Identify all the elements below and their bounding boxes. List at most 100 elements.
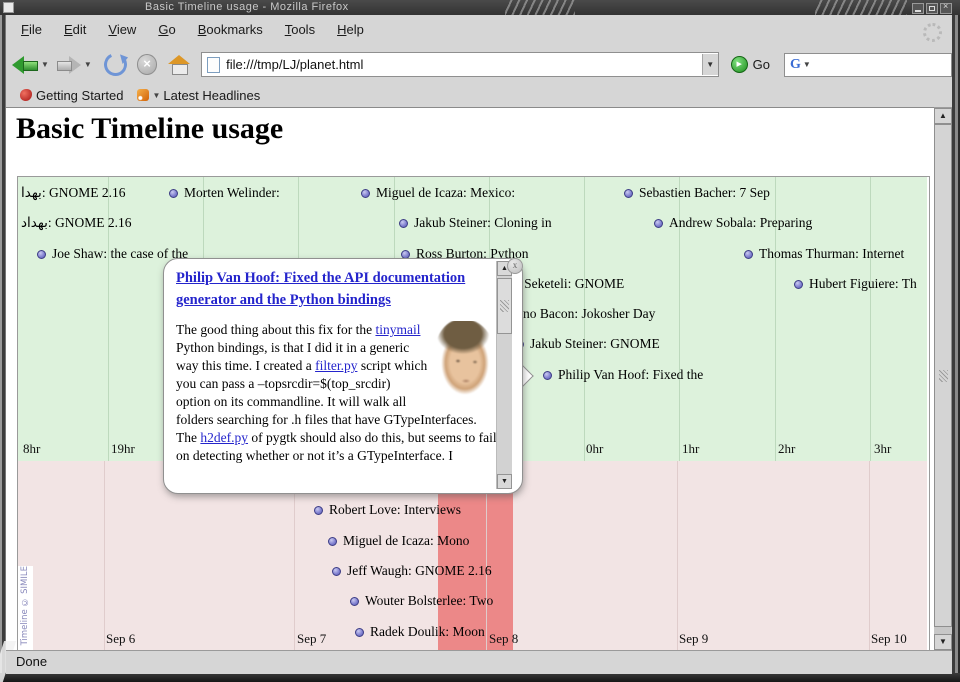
url-bar[interactable]: ▼ bbox=[201, 52, 719, 77]
bookmarks-toolbar: Getting Started ▼ Latest Headlines bbox=[6, 83, 952, 108]
menu-view[interactable]: View bbox=[103, 15, 141, 44]
scroll-down-icon[interactable]: ▼ bbox=[934, 634, 952, 650]
event-dot[interactable] bbox=[314, 506, 323, 515]
feed-dropdown-icon: ▼ bbox=[152, 91, 160, 100]
popup-scrollbar[interactable]: ▲ ▼ bbox=[496, 261, 512, 489]
browser-scrollbar[interactable]: ▲ ▼ bbox=[934, 108, 952, 650]
search-input[interactable] bbox=[815, 57, 960, 72]
back-dropdown-icon[interactable]: ▼ bbox=[41, 60, 49, 69]
event-dot[interactable] bbox=[744, 250, 753, 259]
event-dot[interactable] bbox=[624, 189, 633, 198]
timeline-event[interactable]: Morten Welinder: bbox=[184, 184, 280, 202]
torn-edge-decoration bbox=[505, 0, 575, 15]
timeline-event[interactable]: Jono Bacon: Jokosher Day bbox=[511, 305, 655, 323]
day-label: Sep 10 bbox=[871, 631, 907, 647]
timeline-event[interactable]: Wouter Bolsterlee: Two bbox=[365, 592, 493, 610]
timeline-event[interactable]: Jeff Waugh: GNOME 2.16 bbox=[347, 562, 492, 580]
event-dot[interactable] bbox=[350, 597, 359, 606]
url-input[interactable] bbox=[226, 57, 702, 72]
day-gridline bbox=[677, 461, 678, 650]
event-dot[interactable] bbox=[332, 567, 341, 576]
timeline-event[interactable]: Jakub Steiner: Cloning in bbox=[414, 214, 552, 232]
timeline-event[interactable]: Robert Love: Interviews bbox=[329, 501, 461, 519]
event-dot[interactable] bbox=[169, 189, 178, 198]
maximize-button[interactable] bbox=[926, 3, 938, 14]
timeline-event[interactable]: Andrew Sobala: Preparing bbox=[669, 214, 812, 232]
popup-scroll-thumb[interactable] bbox=[497, 278, 512, 334]
scroll-thumb[interactable] bbox=[934, 124, 952, 627]
author-photo bbox=[435, 321, 495, 401]
event-dot[interactable] bbox=[654, 219, 663, 228]
menu-edit[interactable]: Edit bbox=[59, 15, 91, 44]
timeline-event[interactable]: Radek Doulik: Moon bbox=[370, 623, 485, 641]
popup-link[interactable]: h2def.py bbox=[200, 430, 248, 445]
search-engine-dropdown-icon[interactable]: ▼ bbox=[803, 60, 811, 69]
day-gridline bbox=[869, 461, 870, 650]
timeline-event[interactable]: بهداد: GNOME 2.16 bbox=[21, 214, 131, 232]
forward-dropdown-icon[interactable]: ▼ bbox=[84, 60, 92, 69]
event-popup: x Philip Van Hoof: Fixed the API documen… bbox=[163, 258, 523, 494]
day-label: Sep 7 bbox=[297, 631, 326, 647]
popup-title-link[interactable]: Philip Van Hoof: Fixed the API documenta… bbox=[176, 267, 490, 311]
hour-label: 19hr bbox=[111, 441, 135, 457]
menu-bar: File Edit View Go Bookmarks Tools Help bbox=[6, 15, 952, 47]
event-dot[interactable] bbox=[328, 537, 337, 546]
back-icon bbox=[12, 55, 40, 75]
event-dot[interactable] bbox=[543, 371, 552, 380]
status-text: Done bbox=[16, 654, 47, 669]
back-button[interactable]: ▼ bbox=[12, 55, 49, 75]
popup-body: The good thing about this fix for the ti… bbox=[176, 321, 497, 487]
popup-scroll-down-icon[interactable]: ▼ bbox=[497, 474, 512, 489]
getting-started-icon bbox=[20, 89, 32, 101]
bookmark-latest-headlines[interactable]: ▼ Latest Headlines bbox=[137, 88, 260, 103]
timeline-event[interactable]: Miguel de Icaza: Mexico: bbox=[376, 184, 515, 202]
home-button[interactable] bbox=[167, 55, 191, 75]
day-label: Sep 8 bbox=[489, 631, 518, 647]
torn-edge-decoration bbox=[815, 0, 907, 15]
minimize-button[interactable] bbox=[912, 3, 924, 14]
event-dot[interactable] bbox=[399, 219, 408, 228]
close-window-button[interactable]: × bbox=[940, 3, 952, 14]
url-dropdown-button[interactable]: ▼ bbox=[702, 54, 718, 75]
timeline-event[interactable]: Philip Van Hoof: Fixed the bbox=[558, 366, 703, 384]
menu-bookmarks[interactable]: Bookmarks bbox=[193, 15, 268, 44]
forward-icon bbox=[55, 55, 83, 75]
hour-label: 2hr bbox=[778, 441, 795, 457]
bookmark-getting-started[interactable]: Getting Started bbox=[20, 88, 123, 103]
event-dot[interactable] bbox=[37, 250, 46, 259]
menu-go[interactable]: Go bbox=[153, 15, 180, 44]
popup-link[interactable]: filter.py bbox=[315, 358, 357, 373]
navigation-toolbar: ▼ ▼ × ▼ ▶ Go G ▼ bbox=[6, 46, 952, 84]
window-titlebar[interactable]: Basic Timeline usage - Mozilla Firefox × bbox=[0, 0, 960, 16]
timeline-event[interactable]: Miguel de Icaza: Mono bbox=[343, 532, 469, 550]
popup-close-icon[interactable]: x bbox=[507, 258, 523, 274]
rss-feed-icon bbox=[137, 89, 149, 101]
hour-gridline bbox=[870, 177, 871, 461]
window-title: Basic Timeline usage - Mozilla Firefox bbox=[145, 1, 349, 13]
timeline-event[interactable]: بهدا: GNOME 2.16 bbox=[21, 184, 125, 202]
menu-tools[interactable]: Tools bbox=[280, 15, 320, 44]
event-dot[interactable] bbox=[361, 189, 370, 198]
timeline-widget[interactable]: 8hr19hr0hr1hr2hr3hrSep 6Sep 7Sep 8Sep 9S… bbox=[17, 176, 930, 651]
forward-button[interactable]: ▼ bbox=[55, 55, 92, 75]
stop-button[interactable]: × bbox=[137, 54, 158, 75]
timeline-event[interactable]: Sebastien Bacher: 7 Sep bbox=[639, 184, 770, 202]
scroll-up-icon[interactable]: ▲ bbox=[934, 108, 952, 124]
firefox-window: Basic Timeline usage - Mozilla Firefox ×… bbox=[0, 0, 960, 682]
go-button[interactable]: ▶ Go bbox=[731, 56, 770, 73]
popup-link[interactable]: tinymail bbox=[375, 322, 420, 337]
menu-file[interactable]: File bbox=[16, 15, 47, 44]
page-title: Basic Timeline usage bbox=[16, 112, 283, 146]
day-label: Sep 6 bbox=[106, 631, 135, 647]
menu-help[interactable]: Help bbox=[332, 15, 369, 44]
timeline-event[interactable]: Jakub Steiner: GNOME bbox=[530, 335, 660, 353]
window-menu-icon[interactable] bbox=[3, 2, 14, 13]
search-bar[interactable]: G ▼ bbox=[784, 53, 952, 77]
search-engine-icon[interactable]: G bbox=[790, 57, 801, 73]
reload-button[interactable] bbox=[101, 50, 130, 79]
event-dot[interactable] bbox=[794, 280, 803, 289]
page-icon bbox=[207, 57, 220, 73]
timeline-event[interactable]: Hubert Figuiere: Th bbox=[809, 275, 917, 293]
event-dot[interactable] bbox=[355, 628, 364, 637]
timeline-event[interactable]: Thomas Thurman: Internet bbox=[759, 245, 904, 263]
